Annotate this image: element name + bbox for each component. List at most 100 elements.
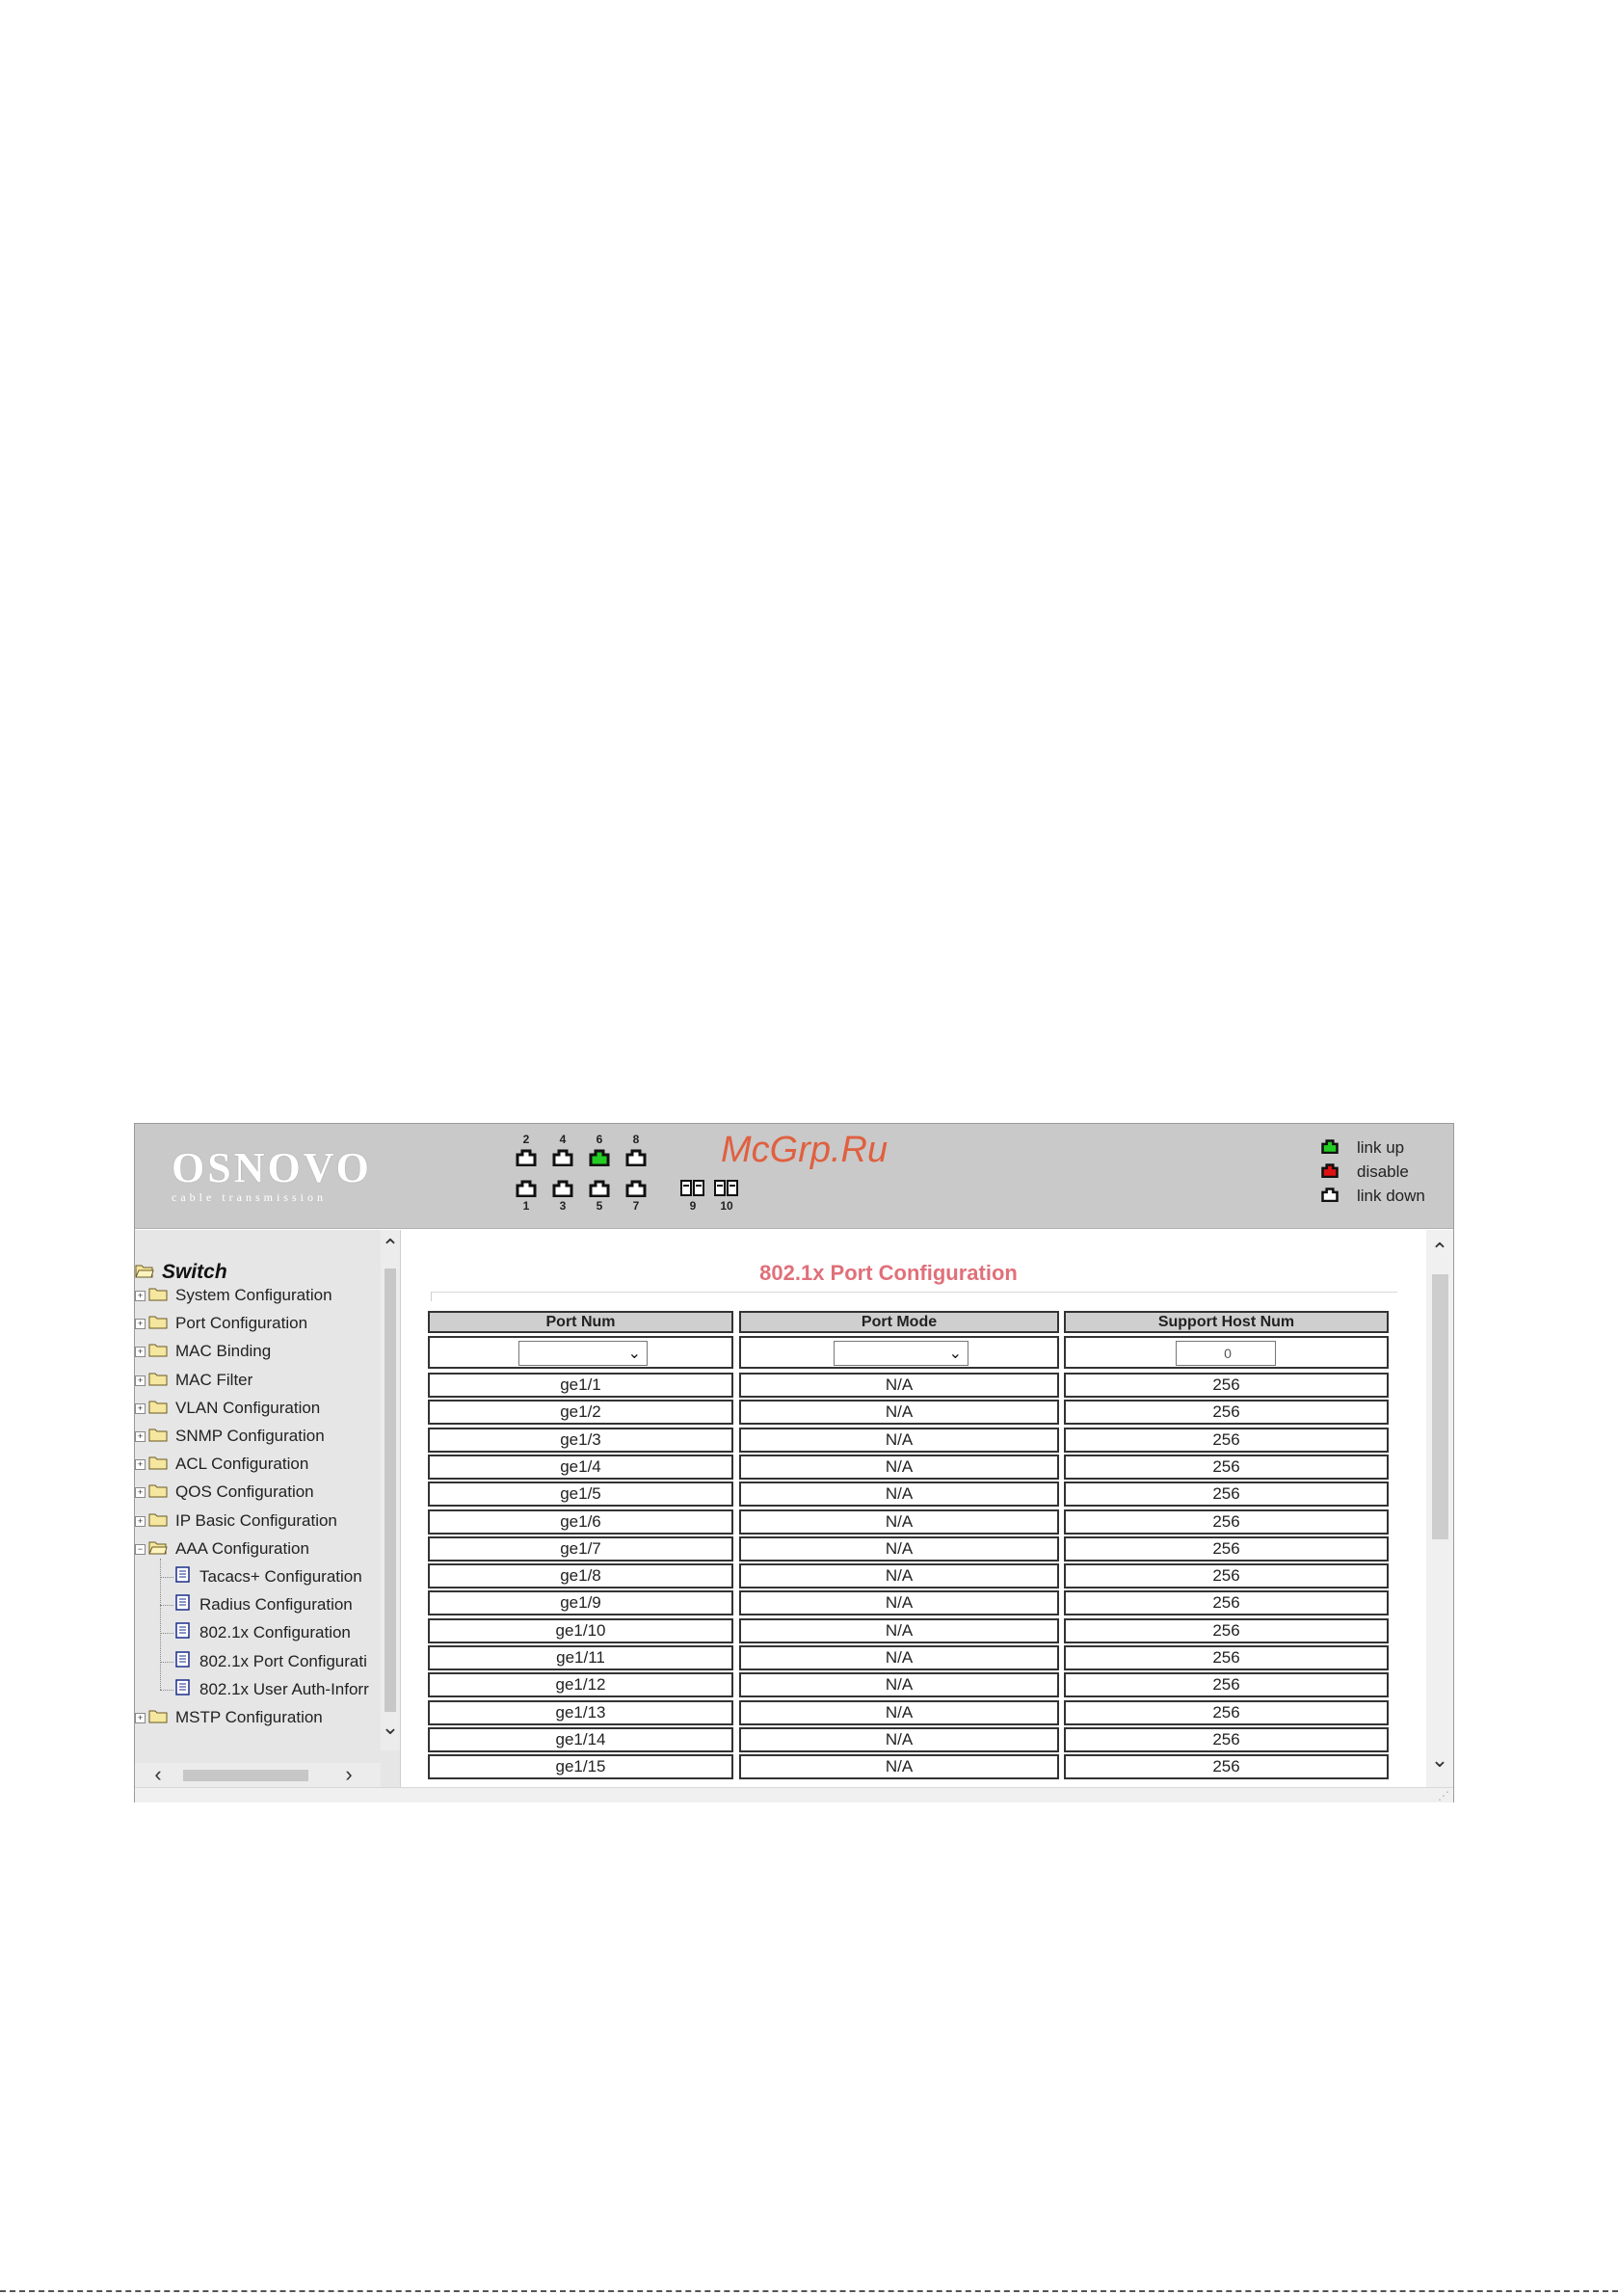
host-num-input[interactable]: 0 xyxy=(1176,1341,1276,1366)
ethernet-port-icon[interactable] xyxy=(515,1147,538,1167)
plus-expander-icon[interactable]: + xyxy=(135,1712,146,1723)
table-cell: ge1/7 xyxy=(428,1536,733,1562)
sidebar-subitem[interactable]: 802.1x User Auth-Inforr xyxy=(160,1678,369,1701)
ethernet-port-icon[interactable] xyxy=(588,1147,611,1167)
folder-icon xyxy=(148,1342,168,1362)
sidebar-item[interactable]: + System Configuration xyxy=(135,1284,332,1307)
sidebar-item[interactable]: + ACL Configuration xyxy=(135,1453,308,1476)
sidebar-scroll-thumb[interactable] xyxy=(385,1268,396,1712)
tree-connector xyxy=(160,1576,173,1578)
table-cell: ge1/15 xyxy=(428,1754,733,1779)
port-mode-select[interactable]: ⌄ xyxy=(834,1341,968,1366)
sidebar-item-label: 802.1x User Auth-Inforr xyxy=(199,1680,369,1698)
ethernet-port-icon[interactable] xyxy=(624,1147,648,1167)
sidebar-item-label: IP Basic Configuration xyxy=(175,1511,337,1530)
filter-cell: ⌄ xyxy=(428,1336,733,1369)
table-cell: N/A xyxy=(739,1563,1059,1589)
port-number-label: 10 xyxy=(720,1199,733,1213)
table-cell: 256 xyxy=(1064,1536,1389,1562)
sidebar-horizontal-scrollbar[interactable]: ‹ › xyxy=(135,1763,381,1787)
sidebar-item[interactable]: + MAC Filter xyxy=(135,1369,252,1392)
table-cell: N/A xyxy=(739,1536,1059,1562)
plus-expander-icon[interactable]: + xyxy=(135,1290,146,1301)
sidebar-item-label: 802.1x Port Configurati xyxy=(199,1652,367,1670)
chevron-down-icon[interactable]: ⌄ xyxy=(1430,1749,1449,1771)
sidebar-item[interactable]: + SNMP Configuration xyxy=(135,1425,325,1448)
port-number-label: 6 xyxy=(596,1133,603,1146)
document-icon xyxy=(175,1566,190,1588)
table-cell: ge1/4 xyxy=(428,1455,733,1480)
minus-expander-icon[interactable]: − xyxy=(135,1543,146,1555)
sidebar-item[interactable]: + VLAN Configuration xyxy=(135,1397,320,1420)
sfp-port-icon[interactable] xyxy=(713,1178,740,1197)
sidebar-item[interactable]: + MSTP Configuration xyxy=(135,1706,323,1729)
title-divider-tick xyxy=(431,1292,432,1301)
sfp-port-icon[interactable] xyxy=(679,1178,706,1197)
port-num-select[interactable]: ⌄ xyxy=(518,1341,648,1366)
folder-icon xyxy=(148,1314,168,1334)
main-vertical-scrollbar[interactable]: ⌃ ⌄ xyxy=(1426,1230,1453,1787)
sidebar-hscroll-thumb[interactable] xyxy=(183,1770,308,1781)
chevron-right-icon[interactable]: › xyxy=(339,1764,358,1785)
table-cell: ge1/8 xyxy=(428,1563,733,1589)
sidebar-item-label: Port Configuration xyxy=(175,1314,308,1332)
sidebar-item-label: VLAN Configuration xyxy=(175,1399,321,1417)
ethernet-port-icon[interactable] xyxy=(588,1178,611,1198)
port-status-icon xyxy=(1320,1186,1357,1207)
sidebar-item[interactable]: + MAC Binding xyxy=(135,1340,271,1363)
plus-expander-icon[interactable]: + xyxy=(135,1402,146,1414)
legend-label: disable xyxy=(1357,1161,1409,1181)
ethernet-port-icon[interactable] xyxy=(515,1178,538,1198)
table-cell: N/A xyxy=(739,1373,1059,1398)
ethernet-port-icon[interactable] xyxy=(551,1178,574,1198)
table-cell: 256 xyxy=(1064,1373,1389,1398)
chevron-left-icon[interactable]: ‹ xyxy=(148,1764,168,1785)
sidebar-item[interactable]: + QOS Configuration xyxy=(135,1481,314,1504)
chevron-up-icon[interactable]: ⌃ xyxy=(381,1237,400,1258)
folder-open-icon xyxy=(135,1261,154,1284)
tree-guide-line xyxy=(160,1559,161,1690)
table-cell: 256 xyxy=(1064,1672,1389,1697)
tree-root-switch[interactable]: Switch xyxy=(135,1261,227,1284)
table-cell: N/A xyxy=(739,1590,1059,1615)
status-bar: ⋰ xyxy=(135,1787,1453,1802)
legend-label: link down xyxy=(1357,1186,1425,1205)
page-title: 802.1x Port Configuration xyxy=(759,1261,1018,1285)
plus-expander-icon[interactable]: + xyxy=(135,1515,146,1527)
document-icon xyxy=(175,1679,190,1700)
sidebar-item-label: MSTP Configuration xyxy=(175,1708,323,1726)
document-icon xyxy=(175,1651,190,1672)
folder-icon xyxy=(148,1427,168,1447)
logo-tagline: cable transmission xyxy=(172,1190,327,1204)
plus-expander-icon[interactable]: + xyxy=(135,1458,146,1470)
table-cell: N/A xyxy=(739,1727,1059,1752)
folder-icon xyxy=(148,1399,168,1419)
sidebar-item-label: ACL Configuration xyxy=(175,1455,309,1473)
sidebar-item[interactable]: + IP Basic Configuration xyxy=(135,1509,337,1533)
plus-expander-icon[interactable]: + xyxy=(135,1486,146,1498)
sidebar-subitem[interactable]: Tacacs+ Configuration xyxy=(160,1565,362,1589)
ethernet-port-icon[interactable] xyxy=(551,1147,574,1167)
plus-expander-icon[interactable]: + xyxy=(135,1430,146,1442)
legend-item: link up xyxy=(1320,1135,1425,1160)
sidebar-subitem[interactable]: 802.1x Configuration xyxy=(160,1621,351,1644)
resize-grip-icon[interactable]: ⋰ xyxy=(1438,1789,1449,1802)
table-cell: ge1/3 xyxy=(428,1428,733,1453)
sidebar-item[interactable]: + Port Configuration xyxy=(135,1312,307,1335)
filter-cell: ⌄ xyxy=(739,1336,1059,1369)
port-number-label: 2 xyxy=(522,1133,530,1146)
sidebar-subitem[interactable]: 802.1x Port Configurati xyxy=(160,1650,367,1673)
plus-expander-icon[interactable]: + xyxy=(135,1318,146,1329)
folder-icon xyxy=(148,1482,168,1503)
plus-expander-icon[interactable]: + xyxy=(135,1375,146,1386)
tree-connector xyxy=(160,1604,173,1606)
sidebar-subitem[interactable]: Radius Configuration xyxy=(160,1593,353,1616)
ethernet-port-icon[interactable] xyxy=(624,1178,648,1198)
plus-expander-icon[interactable]: + xyxy=(135,1346,146,1357)
main-scroll-thumb[interactable] xyxy=(1432,1274,1448,1539)
chevron-up-icon[interactable]: ⌃ xyxy=(1430,1241,1449,1262)
chevron-down-icon[interactable]: ⌄ xyxy=(381,1717,400,1738)
sidebar-vertical-scrollbar[interactable]: ⌃ ⌄ xyxy=(381,1230,400,1750)
folder-icon xyxy=(148,1371,168,1391)
sidebar-item[interactable]: − AAA Configuration xyxy=(135,1537,309,1561)
